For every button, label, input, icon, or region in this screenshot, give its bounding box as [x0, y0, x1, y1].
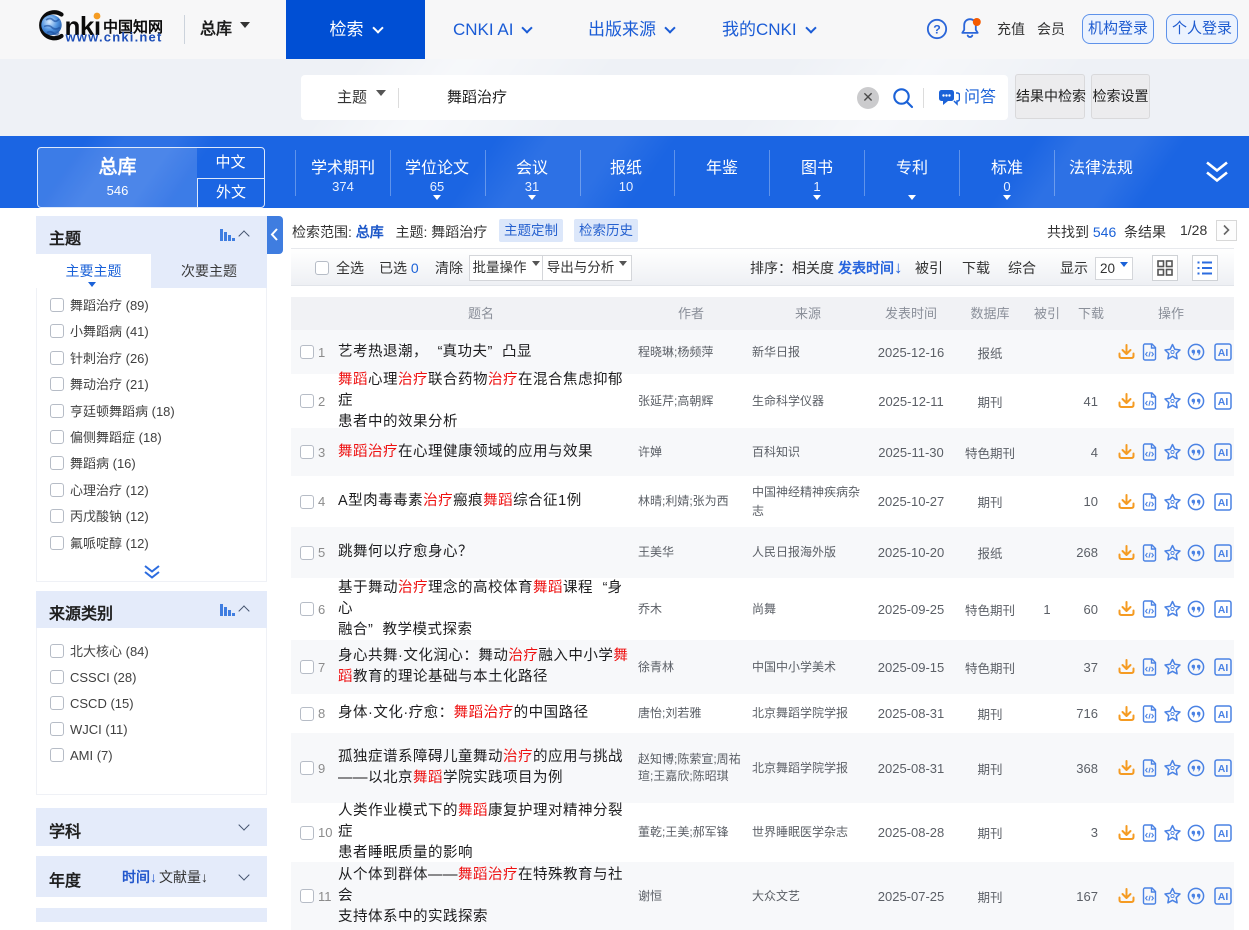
svg-text:AI: AI: [1218, 709, 1229, 721]
svg-text:AI: AI: [1218, 763, 1229, 775]
svg-text:AI: AI: [1218, 662, 1229, 674]
svg-text:AI: AI: [1218, 347, 1229, 359]
svg-text:?: ?: [933, 23, 941, 37]
svg-text:AI: AI: [1218, 604, 1229, 616]
svg-text:AI: AI: [1218, 447, 1229, 459]
svg-text:AI: AI: [1218, 828, 1229, 840]
svg-text:AI: AI: [1218, 497, 1229, 509]
svg-text:AI: AI: [1218, 891, 1229, 903]
svg-text:AI: AI: [1218, 396, 1229, 408]
svg-text:AI: AI: [1218, 548, 1229, 560]
svg-text:www.cnki.net: www.cnki.net: [65, 30, 163, 45]
